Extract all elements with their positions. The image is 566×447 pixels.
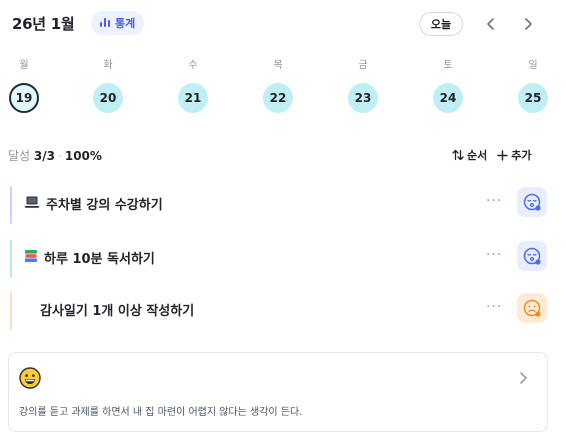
bar-chart-icon [99,16,111,31]
weekday-mon: 월 [19,60,29,71]
mood-button[interactable] [517,187,547,217]
more-options-button[interactable]: ··· [486,299,502,315]
more-options-button[interactable]: ··· [486,247,502,263]
mood-button[interactable] [517,241,547,271]
chevron-right-icon [519,369,527,388]
task-color-bar [10,186,12,224]
date-25[interactable]: 25 [518,83,548,113]
books-icon [24,249,38,267]
next-week-button[interactable] [517,13,539,35]
task-title: 하루 10분 독서하기 [44,252,155,267]
stats-label: 통계 [115,17,136,30]
date-21[interactable]: 21 [178,83,208,113]
diary-card[interactable]: 강의를 듣고 과제를 하면서 내 집 마련이 어렵지 않다는 생각이 든다. [8,352,548,432]
task-item[interactable]: 감사일기 1개 이상 작성하기 ··· [10,290,550,330]
laptop-icon [24,195,40,213]
task-title: 주차별 강의 수강하기 [46,198,163,213]
weekday-sat: 토 [443,60,453,71]
task-item[interactable]: 하루 10분 독서하기 ··· [10,238,550,278]
sort-label: 순서 [467,149,488,162]
add-button[interactable]: 추가 [497,147,532,163]
sad-face-icon [523,299,541,317]
date-19[interactable]: 19 [9,83,39,113]
today-button[interactable]: 오늘 [419,12,463,36]
achievement-percent: 100% [64,149,102,163]
sleepy-face-icon [523,193,541,211]
diary-text: 강의를 듣고 과제를 하면서 내 집 마련이 어렵지 않다는 생각이 든다. [19,407,303,418]
sort-button[interactable]: 순서 [452,147,487,163]
date-20[interactable]: 20 [93,83,123,113]
sort-arrows-icon [452,149,464,161]
task-item[interactable]: 주차별 강의 수강하기 ··· [10,184,550,224]
achievement-label: 달성 [8,149,31,163]
month-title: 26년 1월 [12,15,75,33]
task-title: 감사일기 1개 이상 작성하기 [40,304,195,319]
more-options-button[interactable]: ··· [486,193,502,209]
chevron-left-icon [487,18,494,30]
stats-button[interactable]: 통계 [91,11,145,35]
date-24[interactable]: 24 [433,83,463,113]
weekday-tue: 화 [103,60,113,71]
date-23[interactable]: 23 [348,83,378,113]
plus-icon [497,149,508,161]
chevron-right-icon [525,18,532,30]
date-22[interactable]: 22 [263,83,293,113]
task-color-bar [10,292,12,330]
mood-button[interactable] [517,293,547,323]
list-actions: 순서 추가 [452,147,532,163]
weekday-wed: 수 [188,60,198,71]
achievement-summary: 달성 3/3 · 100% [8,149,102,163]
achievement-count: 3/3 [33,149,56,163]
prev-week-button[interactable] [480,13,502,35]
weekday-fri: 금 [358,60,368,71]
weekday-sun: 일 [528,60,538,71]
weekday-thu: 목 [273,60,283,71]
task-color-bar [10,240,12,278]
grinning-face-icon [19,367,41,393]
add-label: 추가 [511,149,532,162]
sleepy-face-icon [523,247,541,265]
